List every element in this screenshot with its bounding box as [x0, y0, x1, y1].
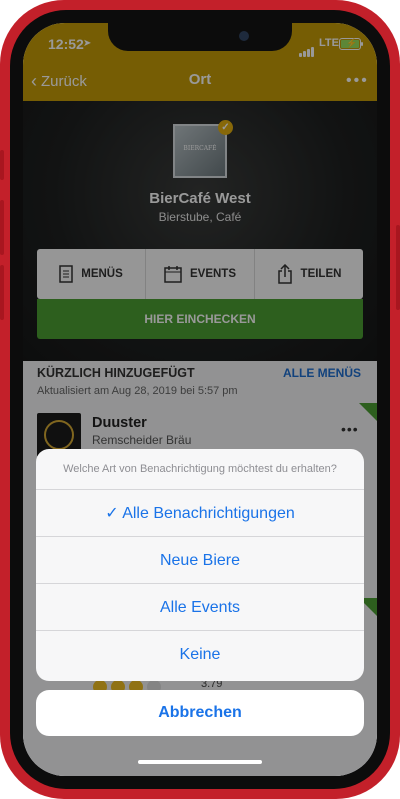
option-all-notifications[interactable]: ✓ Alle Benachrichtigungen [36, 489, 364, 537]
home-indicator[interactable] [138, 760, 262, 764]
option-none[interactable]: Keine [36, 630, 364, 678]
option-label: Alle Benachrichtigungen [122, 505, 295, 522]
cancel-button[interactable]: Abbrechen [36, 690, 364, 736]
checkmark-icon: ✓ [105, 505, 119, 522]
option-all-events[interactable]: Alle Events [36, 583, 364, 631]
notch [108, 23, 292, 51]
option-new-beers[interactable]: Neue Biere [36, 536, 364, 584]
screen: 12:52 ➤ LTE ⚡ ‹ Zurück Ort ••• BIERCAFÉ ✓… [23, 23, 377, 776]
power-button [396, 225, 400, 310]
action-sheet-header: Welche Art von Benachrichtigung möchtest… [63, 463, 337, 475]
mute-switch [0, 150, 4, 180]
volume-down-button [0, 265, 4, 320]
volume-up-button [0, 200, 4, 255]
notification-action-sheet: Welche Art von Benachrichtigung möchtest… [36, 449, 364, 681]
front-camera [239, 31, 249, 41]
